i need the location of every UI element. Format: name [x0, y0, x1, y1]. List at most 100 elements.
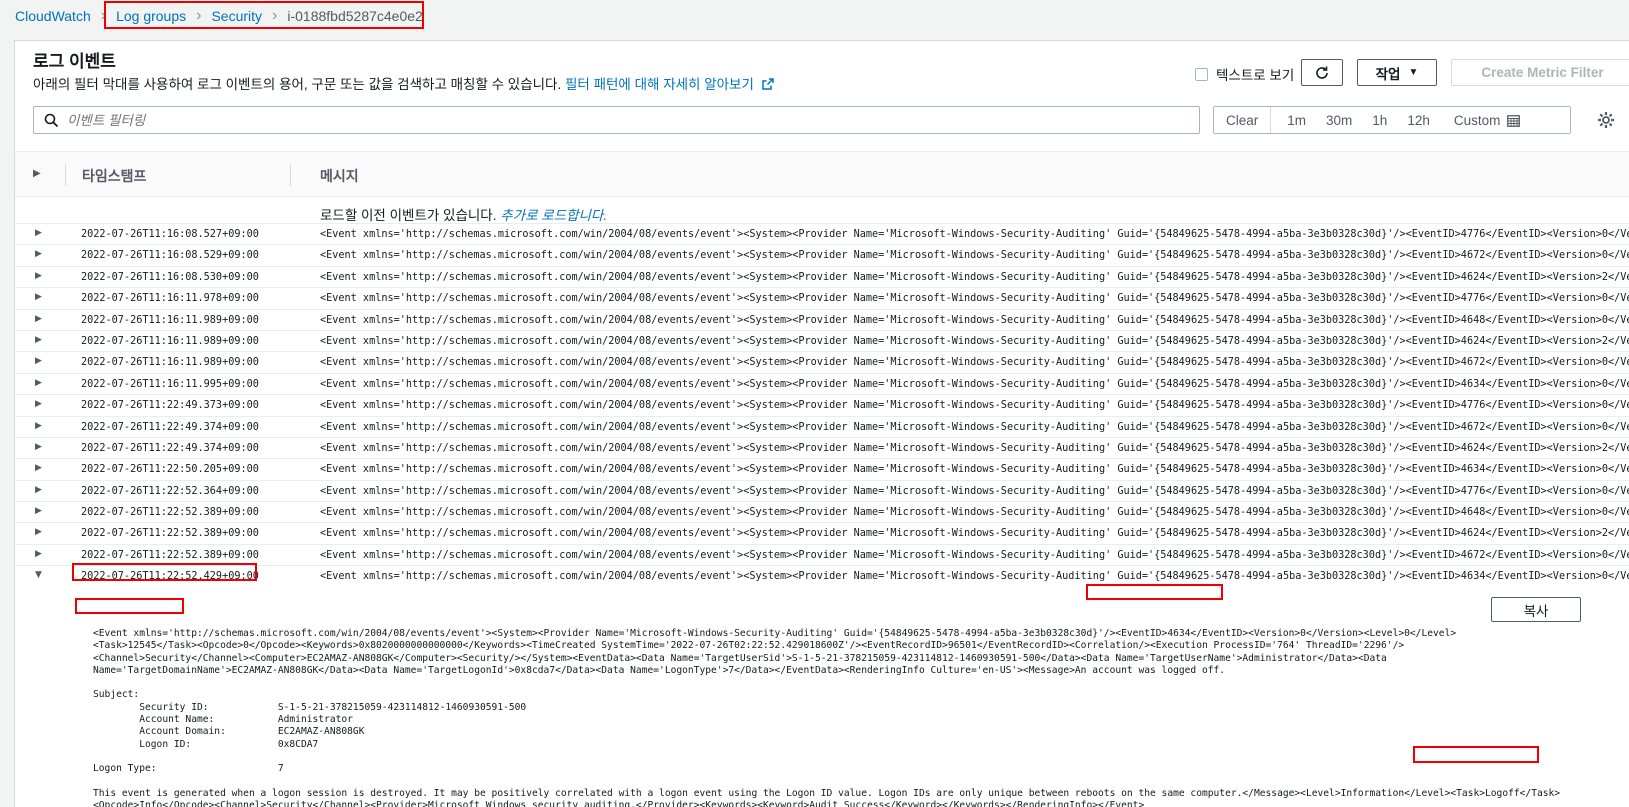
row-message: <Event xmlns='http://schemas.microsoft.c… — [320, 485, 1629, 497]
log-event-list: ▶ 2022-07-26T11:16:08.527+09:00 <Event xml… — [15, 223, 1629, 587]
row-message: <Event xmlns='http://schemas.microsoft.c… — [320, 271, 1629, 283]
table-row[interactable]: ▶ 2022-07-26T11:16:08.530+09:00 <Event xml… — [15, 265, 1629, 287]
row-message: <Event xmlns='http://schemas.microsoft.c… — [320, 378, 1629, 390]
table-row[interactable]: ▶ 2022-07-26T11:16:11.989+09:00 <Event xml… — [15, 351, 1629, 372]
row-message: <Event xmlns='http://schemas.microsoft.c… — [320, 335, 1629, 347]
caret-down-icon: ▼ — [1408, 67, 1419, 78]
column-timestamp[interactable]: 타임스탬프 — [82, 166, 146, 186]
row-message: <Event xmlns='http://schemas.microsoft.c… — [320, 571, 1629, 583]
gear-icon[interactable] — [1596, 110, 1616, 130]
expand-row-icon[interactable]: ▶ — [35, 442, 42, 452]
page-description: 아래의 필터 막대를 사용하여 로그 이벤트의 용어, 구문 또는 값을 검색하… — [33, 73, 774, 93]
row-timestamp: 2022-07-26T11:22:49.373+09:00 — [81, 400, 259, 412]
event-filter-search[interactable] — [33, 106, 1200, 134]
row-timestamp: 2022-07-26T11:22:52.389+09:00 — [81, 549, 259, 561]
expand-row-icon[interactable]: ▶ — [35, 463, 42, 473]
breadcrumb-cloudwatch[interactable]: CloudWatch — [15, 8, 91, 24]
expand-row-icon[interactable]: ▶ — [35, 228, 42, 238]
range-30m[interactable]: 30m — [1316, 113, 1362, 128]
table-row[interactable]: ▶ 2022-07-26T11:16:11.995+09:00 <Event xml… — [15, 372, 1629, 394]
table-row[interactable]: ▶ 2022-07-26T11:16:08.527+09:00 <Event xml… — [15, 223, 1629, 244]
load-more-text: 로드할 이전 이벤트가 있습니다. — [320, 208, 497, 223]
range-1h[interactable]: 1h — [1362, 113, 1397, 128]
table-row[interactable]: ▶ 2022-07-26T11:22:49.374+09:00 <Event xml… — [15, 415, 1629, 437]
table-header: ▶ 타임스탬프 메시지 — [15, 151, 1629, 197]
table-row[interactable]: ▶ 2022-07-26T11:16:08.529+09:00 <Event xml… — [15, 244, 1629, 265]
table-row[interactable]: ▶ 2022-07-26T11:16:11.978+09:00 <Event xml… — [15, 287, 1629, 308]
expand-row-icon[interactable]: ▶ — [35, 292, 42, 302]
table-row[interactable]: ▶ 2022-07-26T11:22:52.389+09:00 <Event xml… — [15, 543, 1629, 565]
column-divider — [65, 164, 66, 186]
row-timestamp: 2022-07-26T11:16:11.989+09:00 — [81, 357, 259, 369]
table-row[interactable]: ▶ 2022-07-26T11:22:49.374+09:00 <Event xml… — [15, 436, 1629, 458]
table-row[interactable]: ▶ 2022-07-26T11:22:52.389+09:00 <Event xml… — [15, 501, 1629, 522]
row-timestamp: 2022-07-26T11:16:08.529+09:00 — [81, 250, 259, 262]
breadcrumb-log-groups[interactable]: Log groups — [116, 8, 186, 24]
search-icon — [44, 113, 59, 127]
expand-all-icon[interactable]: ▶ — [33, 168, 41, 179]
expand-row-icon[interactable]: ▶ — [35, 314, 42, 324]
table-row[interactable]: ▼ 2022-07-26T11:22:52.429+09:00 <Event xml… — [15, 565, 1629, 586]
external-link-icon[interactable] — [761, 78, 774, 90]
refresh-button[interactable] — [1301, 59, 1343, 86]
column-message[interactable]: 메시지 — [320, 166, 359, 186]
expand-row-icon[interactable]: ▶ — [35, 485, 42, 495]
expand-row-icon[interactable]: ▶ — [35, 399, 42, 409]
table-row[interactable]: ▶ 2022-07-26T11:22:52.389+09:00 <Event xml… — [15, 522, 1629, 543]
page-title: 로그 이벤트 — [33, 52, 116, 71]
load-more-row: 로드할 이전 이벤트가 있습니다. 추가로 로드합니다. — [320, 204, 607, 224]
action-dropdown-button[interactable]: 작업 ▼ — [1357, 59, 1437, 86]
table-row[interactable]: ▶ 2022-07-26T11:22:50.205+09:00 <Event xml… — [15, 458, 1629, 479]
row-timestamp: 2022-07-26T11:22:49.374+09:00 — [81, 421, 259, 433]
breadcrumb-current: i-0188fbd5287c4e0e2 — [287, 8, 423, 24]
time-range-selector: Clear 1m 30m 1h 12h Custom — [1213, 106, 1571, 134]
row-message: <Event xmlns='http://schemas.microsoft.c… — [320, 464, 1629, 476]
learn-more-link[interactable]: 필터 패턴에 대해 자세히 알아보기 — [565, 77, 754, 92]
expand-row-icon[interactable]: ▶ — [35, 549, 42, 559]
range-custom[interactable]: Custom — [1444, 113, 1531, 128]
table-row[interactable]: ▶ 2022-07-26T11:22:52.364+09:00 <Event xml… — [15, 479, 1629, 501]
table-row[interactable]: ▶ 2022-07-26T11:16:11.989+09:00 <Event xml… — [15, 329, 1629, 351]
row-timestamp: 2022-07-26T11:16:11.995+09:00 — [81, 378, 259, 390]
expand-row-icon[interactable]: ▶ — [35, 378, 42, 388]
row-timestamp: 2022-07-26T11:16:11.989+09:00 — [81, 335, 259, 347]
text-view-toggle[interactable]: 텍스트로 보기 — [1195, 64, 1294, 84]
expand-row-icon[interactable]: ▶ — [35, 356, 42, 366]
description-text: 아래의 필터 막대를 사용하여 로그 이벤트의 용어, 구문 또는 값을 검색하… — [33, 77, 562, 92]
row-timestamp: 2022-07-26T11:16:08.530+09:00 — [81, 271, 259, 283]
row-message: <Event xmlns='http://schemas.microsoft.c… — [320, 250, 1629, 262]
expand-row-icon[interactable]: ▶ — [35, 506, 42, 516]
row-message: <Event xmlns='http://schemas.microsoft.c… — [320, 528, 1629, 540]
event-filter-input[interactable] — [67, 112, 1167, 128]
collapse-row-icon[interactable]: ▼ — [35, 570, 42, 580]
expand-row-icon[interactable]: ▶ — [35, 335, 42, 345]
breadcrumb-security[interactable]: Security — [211, 8, 262, 24]
refresh-icon — [1316, 66, 1328, 79]
expanded-event-message: <Event xmlns='http://schemas.microsoft.c… — [93, 628, 1561, 807]
copy-button[interactable]: 복사 — [1491, 597, 1581, 622]
column-divider — [290, 164, 291, 186]
expand-row-icon[interactable]: ▶ — [35, 271, 42, 281]
text-view-checkbox[interactable] — [1195, 67, 1208, 81]
panel-header: 로그 이벤트 아래의 필터 막대를 사용하여 로그 이벤트의 용어, 구문 또는… — [33, 52, 774, 93]
range-1m[interactable]: 1m — [1277, 113, 1316, 128]
action-label: 작업 — [1375, 66, 1401, 82]
expand-row-icon[interactable]: ▶ — [35, 527, 42, 537]
row-timestamp: 2022-07-26T11:22:52.429+09:00 — [81, 571, 259, 583]
row-timestamp: 2022-07-26T11:16:08.527+09:00 — [81, 229, 259, 240]
table-row[interactable]: ▶ 2022-07-26T11:16:11.989+09:00 <Event xml… — [15, 308, 1629, 330]
clear-button[interactable]: Clear — [1214, 107, 1272, 133]
expand-row-icon[interactable]: ▶ — [35, 421, 42, 431]
load-more-link[interactable]: 추가로 로드합니다. — [500, 208, 607, 223]
row-timestamp: 2022-07-26T11:22:52.389+09:00 — [81, 507, 259, 519]
range-12h[interactable]: 12h — [1397, 113, 1440, 128]
expand-row-icon[interactable]: ▶ — [35, 249, 42, 259]
custom-label: Custom — [1453, 112, 1501, 128]
row-message: <Event xmlns='http://schemas.microsoft.c… — [320, 507, 1629, 519]
create-metric-filter-button[interactable]: Create Metric Filter — [1451, 59, 1629, 86]
table-row[interactable]: ▶ 2022-07-26T11:22:49.373+09:00 <Event xml… — [15, 394, 1629, 415]
row-message: <Event xmlns='http://schemas.microsoft.c… — [320, 442, 1629, 454]
row-message: <Event xmlns='http://schemas.microsoft.c… — [320, 314, 1629, 326]
text-view-label: 텍스트로 보기 — [1216, 68, 1295, 83]
row-message: <Event xmlns='http://schemas.microsoft.c… — [320, 400, 1629, 412]
